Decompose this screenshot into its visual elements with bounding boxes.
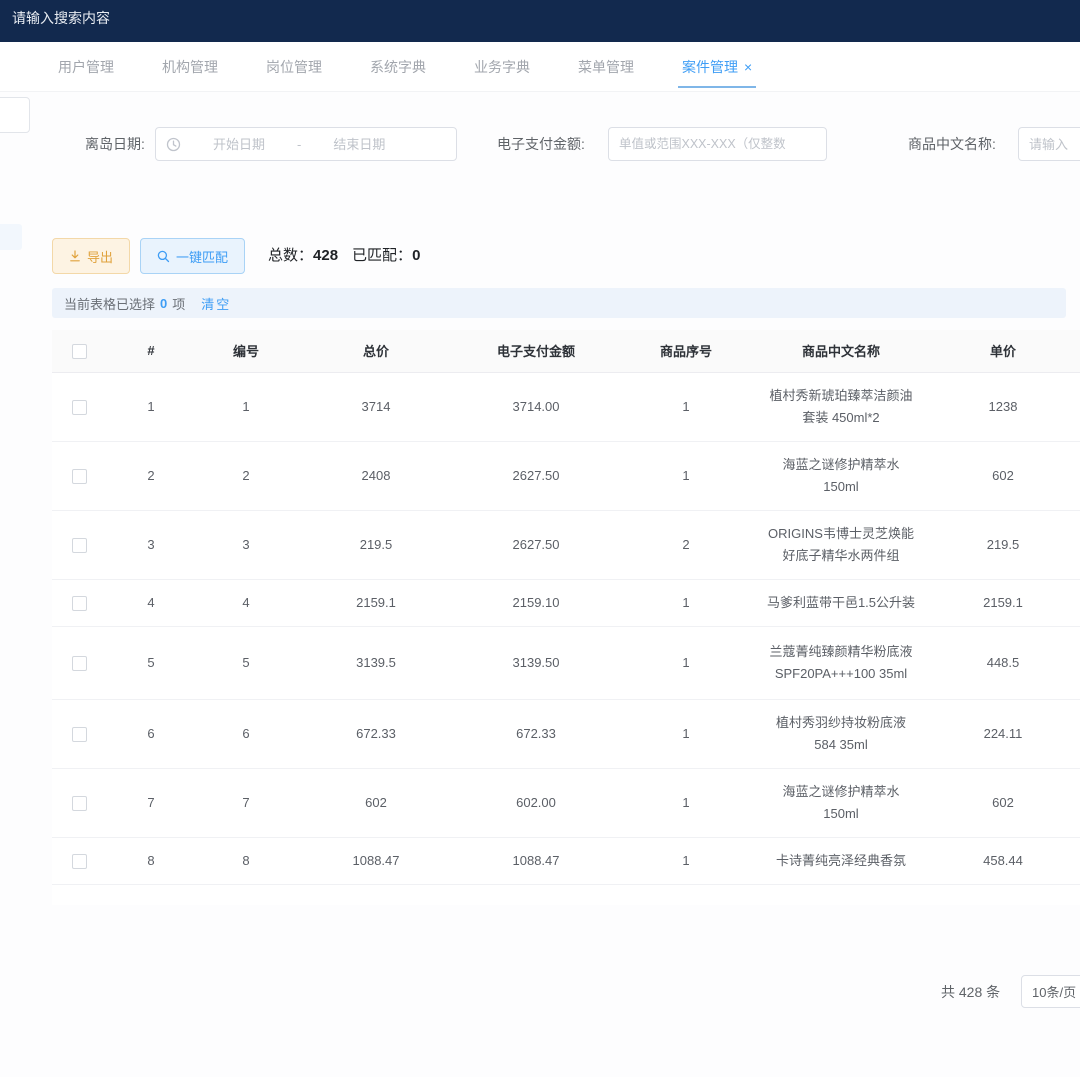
table-row: 1 1 3714 3714.00 1 植村秀新琥珀臻萃洁颜油套装 450ml*2… (52, 372, 1080, 441)
download-icon (69, 250, 81, 262)
total-value: 428 (313, 247, 338, 264)
row-checkbox[interactable] (72, 538, 87, 553)
product-name-field-wrap (1018, 127, 1080, 161)
col-index: # (106, 330, 196, 372)
end-date-input[interactable] (307, 137, 411, 152)
clock-icon (166, 137, 181, 152)
table-row: 3 3 219.5 2627.50 2 ORIGINS韦博士灵芝焕能好底子精华水… (52, 510, 1080, 579)
topbar: 请输入搜索内容 (0, 0, 1080, 42)
row-checkbox[interactable] (72, 796, 87, 811)
total-label: 总数： (268, 247, 313, 264)
col-epay: 电子支付金额 (456, 330, 616, 372)
date-range-separator: - (291, 137, 307, 152)
col-name: 商品中文名称 (756, 330, 926, 372)
clipped-left-element (0, 224, 22, 250)
search-icon (157, 250, 170, 263)
row-checkbox[interactable] (72, 469, 87, 484)
col-seq: 商品序号 (616, 330, 756, 372)
matched-value: 0 (412, 247, 420, 264)
col-code: 编号 (196, 330, 296, 372)
tab-system-dict[interactable]: 系统字典 (370, 42, 426, 91)
table-row: 7 7 602 602.00 1 海蓝之谜修护精萃水 150ml 602 (52, 768, 1080, 837)
date-range-picker[interactable]: - (155, 127, 457, 161)
selection-bar: 当前表格已选择 0 项 清空 (52, 288, 1066, 318)
product-name-input[interactable] (1029, 128, 1080, 160)
tab-post-mgmt[interactable]: 岗位管理 (266, 42, 322, 91)
select-all-checkbox[interactable] (72, 344, 87, 359)
tab-org-mgmt[interactable]: 机构管理 (162, 42, 218, 91)
col-total: 总价 (296, 330, 456, 372)
export-button[interactable]: 导出 (52, 238, 130, 274)
row-checkbox[interactable] (72, 854, 87, 869)
tab-business-dict[interactable]: 业务字典 (474, 42, 530, 91)
epay-amount-field-wrap (608, 127, 827, 161)
page-size-select[interactable]: 10条/页 (1021, 975, 1080, 1008)
clear-selection-link[interactable]: 清空 (201, 294, 231, 313)
col-unit: 单价 (926, 330, 1080, 372)
tab-bar: 用户管理 机构管理 岗位管理 系统字典 业务字典 菜单管理 案件管理 × (0, 42, 1080, 92)
table-row: 2 2 2408 2627.50 1 海蓝之谜修护精萃水 150ml 602 (52, 441, 1080, 510)
case-table: # 编号 总价 电子支付金额 商品序号 商品中文名称 单价 1 1 3714 3… (52, 330, 1080, 905)
selection-prefix: 当前表格已选择 (64, 294, 155, 313)
table-row: 4 4 2159.1 2159.10 1 马爹利蓝带干邑1.5公升装 2159.… (52, 579, 1080, 626)
start-date-input[interactable] (187, 137, 291, 152)
close-icon[interactable]: × (744, 60, 752, 74)
tab-case-mgmt[interactable]: 案件管理 × (682, 42, 752, 91)
row-checkbox[interactable] (72, 727, 87, 742)
row-checkbox[interactable] (72, 596, 87, 611)
product-name-filter-label: 商品中文名称: (908, 127, 996, 161)
case-management-page: 请输入搜索内容 用户管理 机构管理 岗位管理 系统字典 业务字典 菜单管理 案件… (0, 0, 1080, 1077)
epay-amount-input[interactable] (619, 128, 816, 160)
global-search-input[interactable]: 请输入搜索内容 (12, 8, 110, 28)
row-checkbox[interactable] (72, 400, 87, 415)
amount-filter-label: 电子支付金额: (497, 127, 585, 161)
table-row: 5 5 3139.5 3139.50 1 兰蔻菁纯臻颜精华粉底液SPF20PA+… (52, 626, 1080, 699)
table-row: 6 6 672.33 672.33 1 植村秀羽纱持妆粉底液 584 35ml … (52, 699, 1080, 768)
pagination-total: 共 428 条 (941, 982, 1000, 1002)
table-row: 8 8 1088.47 1088.47 1 卡诗菁纯亮泽经典香氛 458.44 (52, 837, 1080, 884)
clipped-left-card (0, 97, 30, 133)
selection-suffix: 项 (172, 294, 185, 313)
tab-menu-mgmt[interactable]: 菜单管理 (578, 42, 634, 91)
one-click-match-button[interactable]: 一键匹配 (140, 238, 245, 274)
table-header-row: # 编号 总价 电子支付金额 商品序号 商品中文名称 单价 (52, 330, 1080, 372)
row-checkbox[interactable] (72, 656, 87, 671)
date-filter-label: 离岛日期: (85, 127, 145, 161)
selection-count: 0 (160, 296, 167, 311)
tab-user-mgmt[interactable]: 用户管理 (58, 42, 114, 91)
match-stats: 总数：428 已匹配：0 (268, 238, 420, 274)
matched-label: 已匹配： (352, 247, 412, 264)
